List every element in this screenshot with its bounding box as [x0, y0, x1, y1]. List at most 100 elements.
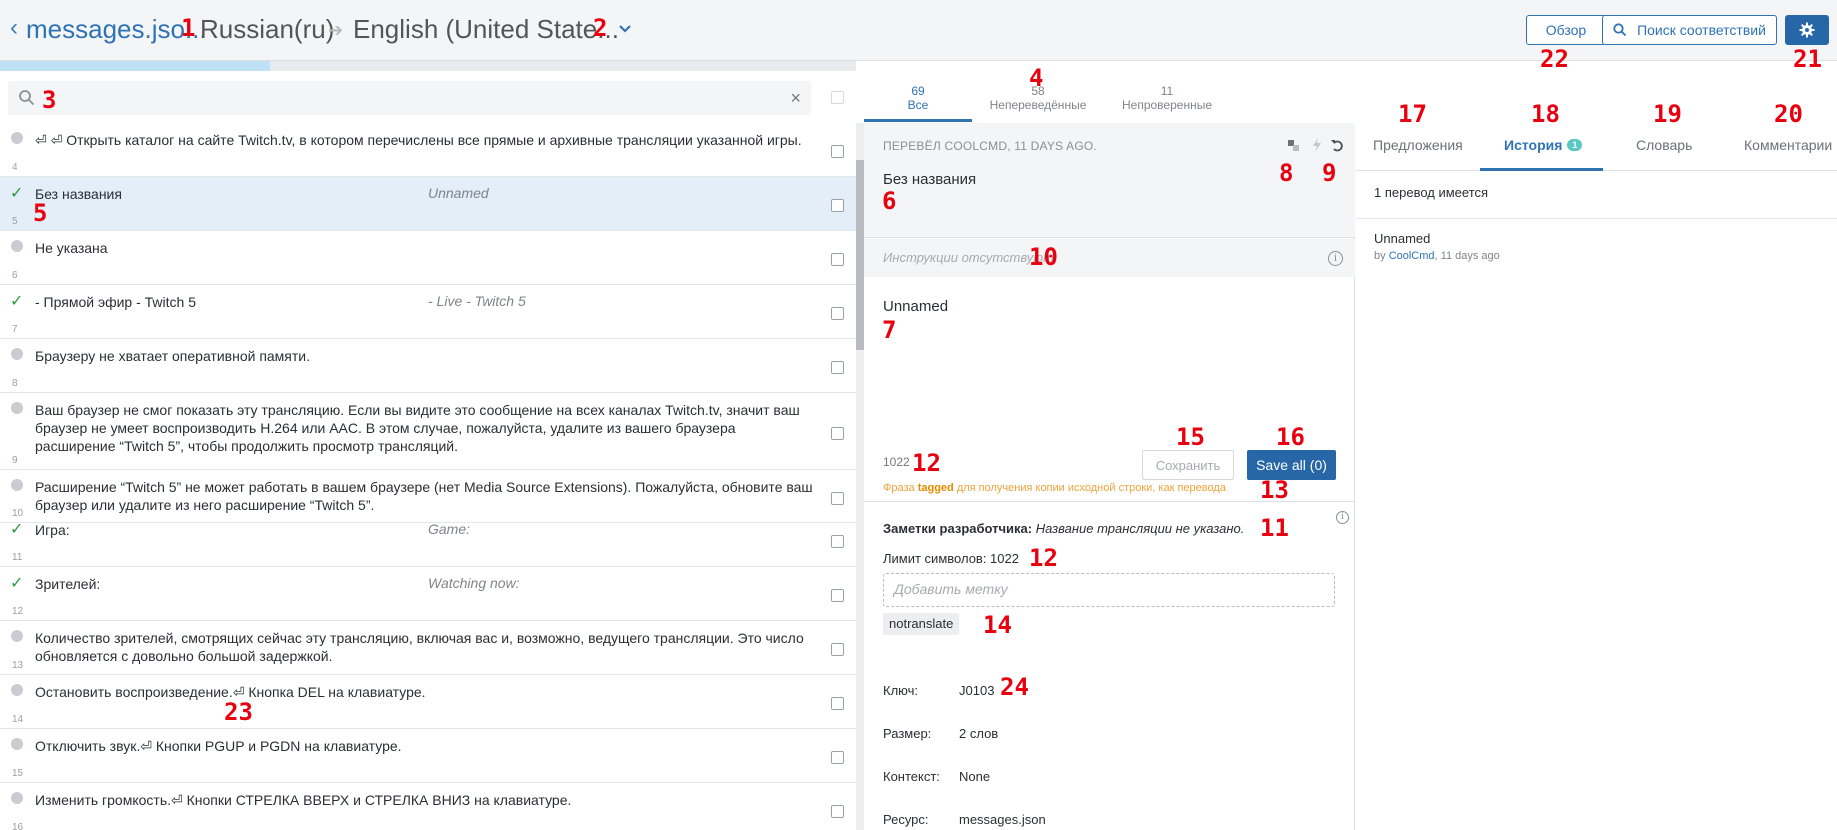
tab-history[interactable]: История 1 [1504, 137, 1583, 153]
marker-13: 13 [1260, 476, 1289, 504]
list-item[interactable]: ✓ Зрителей: Watching now: 12 [0, 567, 856, 621]
hint-keyword: tagged [917, 482, 954, 494]
marker-6: 6 [882, 187, 897, 215]
row-checkbox[interactable] [831, 492, 844, 505]
marker-9: 9 [1322, 159, 1337, 187]
checkmark-icon: ✓ [10, 575, 24, 592]
row-checkbox[interactable] [831, 805, 844, 818]
history-user-link[interactable]: CoolCmd [1389, 250, 1435, 262]
row-checkbox[interactable] [831, 145, 844, 158]
row-checkbox[interactable] [831, 253, 844, 266]
history-by-prefix: by [1374, 250, 1389, 262]
translation-string: - Live - Twitch 5 [428, 293, 526, 309]
list-item[interactable]: ✓ Игра: Game: 11 [0, 513, 856, 567]
save-button[interactable]: Сохранить [1142, 450, 1234, 480]
source-string: Игра: [35, 522, 70, 538]
string-number: 6 [12, 270, 18, 281]
chevron-down-icon[interactable] [615, 19, 635, 39]
tab-unreviewed[interactable]: 11 Непроверенные [1112, 84, 1222, 112]
marker-16: 16 [1276, 423, 1305, 451]
target-language[interactable]: English (United State... [353, 14, 619, 45]
row-checkbox[interactable] [831, 361, 844, 374]
translation-textarea[interactable]: Unnamed [883, 298, 948, 315]
match-search-button[interactable]: Поиск соответствий [1602, 15, 1777, 45]
marker-7: 7 [882, 316, 897, 344]
tab-unreviewed-count: 11 [1160, 84, 1174, 98]
char-limit: Лимит символов: 1022 [883, 551, 1019, 566]
row-checkbox[interactable] [831, 535, 844, 548]
tag-chip[interactable]: notranslate [883, 613, 960, 635]
checkmark-icon: ✓ [10, 293, 24, 310]
row-checkbox[interactable] [831, 199, 844, 212]
close-icon[interactable]: × [790, 88, 801, 109]
add-tag-input[interactable]: Добавить метку [883, 573, 1335, 607]
meta-value: None [959, 769, 991, 784]
settings-button[interactable] [1785, 15, 1829, 45]
list-item[interactable]: Количество зрителей, смотрящих сейчас эт… [0, 621, 856, 675]
list-item[interactable]: ✓ Без названия Unnamed 5 [0, 177, 856, 231]
list-item[interactable]: Остановить воспроизведение.⏎ Кнопка DEL … [0, 675, 856, 729]
info-icon[interactable]: i [1328, 251, 1343, 266]
select-all-checkbox[interactable] [831, 91, 844, 104]
tab-glossary[interactable]: Словарь [1636, 137, 1692, 153]
marker-11: 11 [1260, 514, 1289, 542]
source-text: Без названия [883, 171, 977, 188]
tab-suggestions[interactable]: Предложения [1373, 137, 1463, 153]
string-number: 8 [12, 378, 18, 389]
progress-fill [0, 61, 270, 71]
tab-comments[interactable]: Комментарии [1744, 137, 1832, 153]
list-item[interactable]: Браузеру не хватает оперативной памяти. 8 [0, 339, 856, 393]
side-tabs: Предложения История 1 Словарь Комментарии [1356, 123, 1837, 171]
file-name-link[interactable]: messages.jso... [26, 14, 207, 45]
marker-12-b: 12 [1029, 544, 1058, 572]
history-time: , 11 days ago [1434, 250, 1500, 262]
row-checkbox[interactable] [831, 427, 844, 440]
machine-translate-icon[interactable] [1311, 138, 1323, 152]
status-dot-icon [11, 738, 23, 750]
hint-prefix: Фраза [883, 482, 918, 494]
translation-string: Game: [428, 521, 471, 537]
search-input[interactable]: × [8, 81, 811, 115]
overview-button[interactable]: Обзор [1526, 15, 1606, 45]
tab-all[interactable]: 69 Все [864, 84, 972, 112]
list-item[interactable]: ✓ - Прямой эфир - Twitch 5 - Live - Twitch… [0, 285, 856, 339]
marker-3: 3 [42, 86, 57, 114]
tab-active-indicator [864, 119, 972, 122]
back-chevron-icon[interactable]: ‹ [10, 16, 18, 40]
list-item[interactable]: ⏎ ⏎ Открыть каталог на сайте Twitch.tv, … [0, 123, 856, 177]
scrollbar-thumb[interactable] [856, 160, 864, 350]
side-panel: Предложения История 1 Словарь Комментарии… [1356, 123, 1837, 830]
row-checkbox[interactable] [831, 643, 844, 656]
copy-source-icon[interactable] [1287, 139, 1301, 153]
list-item[interactable]: Изменить громкость.⏎ Кнопки СТРЕЛКА ВВЕР… [0, 783, 856, 830]
row-checkbox[interactable] [831, 307, 844, 320]
list-item[interactable]: Не указана 6 [0, 231, 856, 285]
row-checkbox[interactable] [831, 751, 844, 764]
developer-notes: Заметки разработчика: Название трансляци… [883, 521, 1244, 536]
meta-key: Контекст: [883, 769, 940, 784]
divider [1356, 218, 1837, 219]
row-checkbox[interactable] [831, 589, 844, 602]
source-language: Russian(ru) [200, 14, 335, 44]
status-dot-icon [11, 132, 23, 144]
meta-value: J0103 [959, 683, 995, 698]
list-item[interactable]: Отключить звук.⏎ Кнопки PGUP и PGDN на к… [0, 729, 856, 783]
marker-10: 10 [1029, 243, 1058, 271]
marker-5: 5 [33, 199, 48, 227]
source-string: ⏎ ⏎ Открыть каталог на сайте Twitch.tv, … [35, 132, 802, 148]
dev-notes-text: Название трансляции не указано. [1035, 521, 1245, 536]
list-item[interactable]: Ваш браузер не смог показать эту трансля… [0, 393, 856, 470]
source-string: Остановить воспроизведение.⏎ Кнопка DEL … [35, 684, 426, 700]
translated-by-text: ПЕРЕВЁЛ COOLCMD, 11 DAYS AGO. [883, 139, 1097, 153]
status-dot-icon [11, 479, 23, 491]
row-checkbox[interactable] [831, 697, 844, 710]
tagged-hint: Фраза tagged для получения копии исходно… [883, 482, 1226, 494]
marker-12: 12 [912, 449, 941, 477]
info-icon[interactable]: i [1336, 511, 1349, 524]
marker-18: 18 [1531, 100, 1560, 128]
undo-icon[interactable] [1330, 138, 1344, 152]
hint-suffix: для получения копии исходной строки, как… [953, 482, 1226, 494]
string-number: 12 [12, 606, 24, 617]
marker-24: 24 [1000, 673, 1029, 701]
tab-all-label: Все [907, 98, 929, 112]
